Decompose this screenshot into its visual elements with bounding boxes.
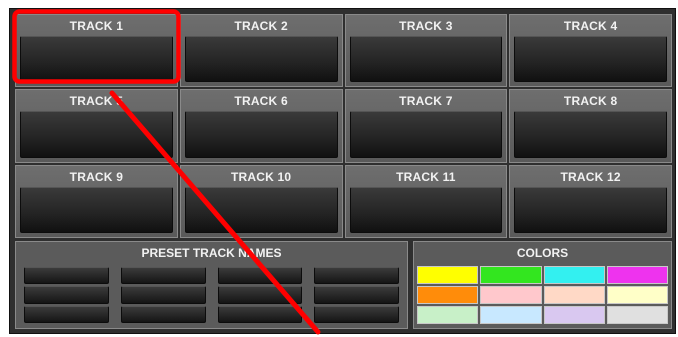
- track-6[interactable]: TRACK 6: [179, 89, 343, 163]
- track-label: TRACK 1: [69, 19, 124, 33]
- track-name-field[interactable]: [514, 111, 667, 158]
- color-grid: [417, 266, 668, 324]
- track-7[interactable]: TRACK 7: [344, 89, 508, 163]
- track-label: TRACK 2: [234, 19, 288, 33]
- track-label: TRACK 10: [230, 169, 292, 184]
- preset-button[interactable]: [24, 267, 109, 285]
- preset-button[interactable]: [217, 305, 303, 323]
- color-swatch-orange[interactable]: [417, 286, 479, 304]
- track-label: TRACK 12: [560, 169, 621, 184]
- track-2[interactable]: TRACK 2: [179, 14, 343, 88]
- track-12[interactable]: TRACK 12: [509, 164, 672, 238]
- color-swatch-green[interactable]: [480, 266, 542, 284]
- preset-button[interactable]: [217, 267, 303, 285]
- preset-track-names-panel: PRESET TRACK NAMES: [15, 241, 408, 329]
- track-name-field[interactable]: [514, 36, 667, 83]
- track-name-field[interactable]: [514, 186, 667, 233]
- colors-panel: COLORS: [413, 241, 672, 329]
- track-name-field[interactable]: [20, 36, 173, 83]
- track-10[interactable]: TRACK 10: [179, 164, 343, 238]
- track-label: TRACK 5: [69, 94, 124, 109]
- track-label: TRACK 6: [234, 94, 288, 109]
- preset-panel-title: PRESET TRACK NAMES: [141, 246, 282, 260]
- track-label: TRACK 3: [399, 19, 453, 33]
- preset-button[interactable]: [217, 286, 303, 304]
- track-label: TRACK 8: [563, 94, 618, 109]
- preset-button[interactable]: [120, 267, 206, 285]
- preset-button[interactable]: [120, 305, 206, 323]
- color-swatch-light-yellow[interactable]: [606, 286, 668, 304]
- track-name-field[interactable]: [349, 111, 503, 158]
- track-name-field[interactable]: [20, 186, 173, 233]
- track-label: TRACK 4: [563, 19, 618, 33]
- bottom-area: PRESET TRACK NAMES COLORS: [15, 241, 672, 329]
- color-swatch-light-gray[interactable]: [606, 306, 668, 324]
- color-swatch-light-blue[interactable]: [480, 306, 542, 324]
- preset-grid: [24, 267, 399, 323]
- preset-button[interactable]: [24, 286, 109, 304]
- color-swatch-magenta[interactable]: [606, 266, 668, 284]
- preset-button[interactable]: [314, 267, 399, 285]
- track-9[interactable]: TRACK 9: [15, 164, 178, 238]
- track-11[interactable]: TRACK 11: [344, 164, 508, 238]
- color-swatch-yellow[interactable]: [417, 266, 479, 284]
- preset-button[interactable]: [314, 286, 399, 304]
- track-label: TRACK 9: [69, 169, 124, 184]
- preset-button[interactable]: [24, 305, 109, 323]
- track-1[interactable]: TRACK 1: [15, 14, 178, 88]
- track-name-field[interactable]: [20, 111, 173, 158]
- track-name-field[interactable]: [349, 36, 503, 83]
- color-swatch-peach[interactable]: [543, 286, 605, 304]
- track-3[interactable]: TRACK 3: [344, 14, 508, 88]
- preset-button[interactable]: [314, 305, 399, 323]
- track-label: TRACK 11: [396, 169, 456, 184]
- track-label: TRACK 7: [399, 94, 453, 109]
- color-swatch-cyan[interactable]: [543, 266, 605, 284]
- color-swatch-pink[interactable]: [480, 286, 542, 304]
- track-setup-window: TRACK 1 TRACK 2 TRACK 3 TRACK 4 TRACK 5 …: [9, 8, 676, 334]
- color-swatch-light-green[interactable]: [417, 306, 479, 324]
- track-5[interactable]: TRACK 5: [15, 89, 178, 163]
- track-4[interactable]: TRACK 4: [509, 14, 672, 88]
- track-name-field[interactable]: [184, 36, 338, 83]
- preset-button[interactable]: [120, 286, 206, 304]
- track-name-field[interactable]: [349, 186, 503, 233]
- colors-panel-title: COLORS: [516, 246, 569, 260]
- track-grid: TRACK 1 TRACK 2 TRACK 3 TRACK 4 TRACK 5 …: [15, 14, 672, 238]
- track-name-field[interactable]: [184, 186, 338, 233]
- track-name-field[interactable]: [184, 111, 338, 158]
- color-swatch-lavender[interactable]: [543, 306, 605, 324]
- track-8[interactable]: TRACK 8: [509, 89, 672, 163]
